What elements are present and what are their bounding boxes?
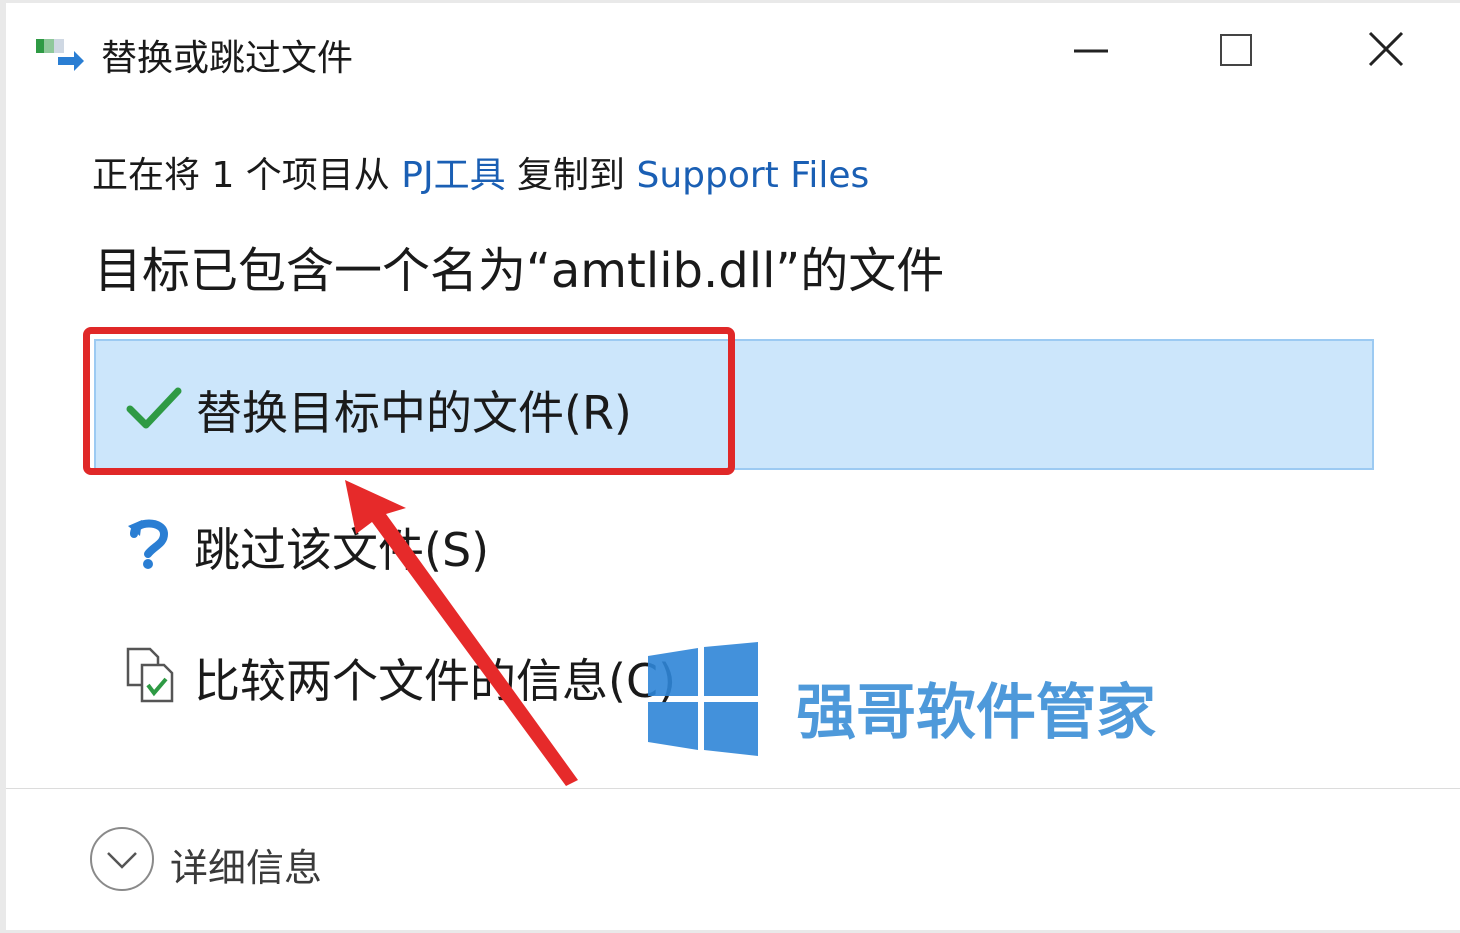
message-middle: 复制到	[505, 155, 637, 196]
copy-status-message: 正在将 1 个项目从 PJ工具 复制到 Support Files	[92, 146, 869, 198]
message-prefix: 正在将 1 个项目从	[92, 155, 402, 196]
minimize-icon	[1074, 49, 1108, 53]
compare-files-icon	[124, 645, 180, 703]
window-title: 替换或跳过文件	[101, 38, 354, 79]
close-icon	[1368, 31, 1404, 67]
maximize-icon	[1220, 34, 1252, 66]
source-folder-link[interactable]: PJ工具	[401, 155, 505, 196]
footer-divider	[6, 788, 1460, 789]
file-move-icon	[36, 33, 86, 75]
skip-file-label: 跳过该文件(S)	[194, 523, 490, 577]
windows-logo-icon	[648, 642, 758, 756]
title-bar: 替换或跳过文件	[6, 3, 1460, 103]
skip-arrow-icon	[124, 514, 180, 570]
compare-files-label: 比较两个文件的信息(C)	[194, 654, 677, 708]
minimize-button[interactable]	[1046, 21, 1136, 81]
chevron-down-icon	[107, 852, 137, 869]
conflict-headline: 目标已包含一个名为“amtlib.dll”的文件	[94, 243, 945, 299]
close-button[interactable]	[1341, 21, 1431, 81]
watermark-text: 强哥软件管家	[796, 678, 1156, 748]
destination-folder-link[interactable]: Support Files	[636, 155, 869, 196]
details-toggle-button[interactable]	[90, 827, 154, 891]
skip-file-option[interactable]: 跳过该文件(S)	[94, 478, 1374, 610]
maximize-button[interactable]	[1191, 21, 1281, 81]
details-label[interactable]: 详细信息	[170, 837, 322, 892]
annotation-highlight-box	[83, 327, 735, 475]
